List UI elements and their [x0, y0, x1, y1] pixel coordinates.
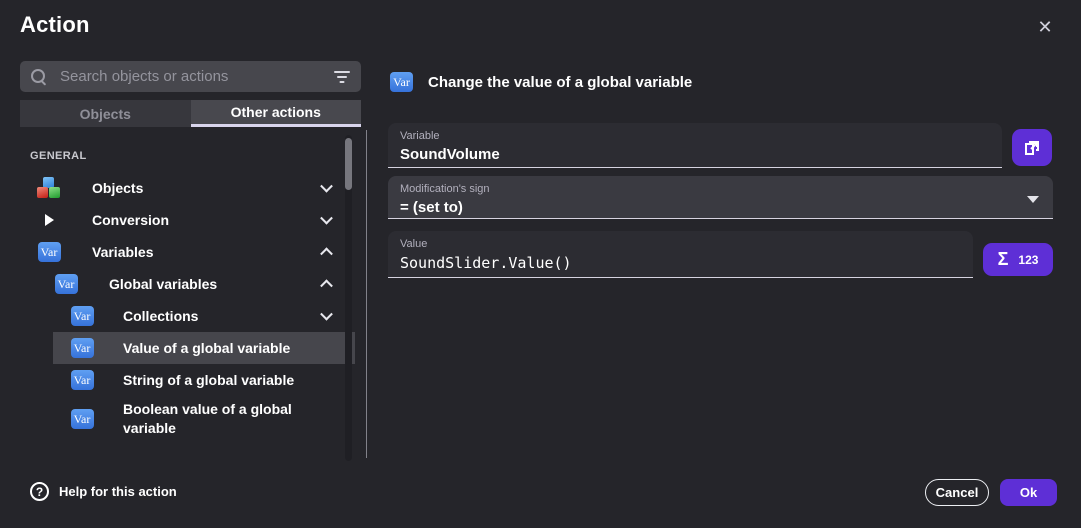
open-variable-editor-button[interactable]	[1012, 129, 1052, 166]
modification-sign-value: = (set to)	[400, 199, 1041, 216]
search-input[interactable]	[60, 68, 325, 85]
chevron-down-icon	[320, 308, 333, 321]
objects-cubes-icon	[37, 177, 61, 199]
tree-item-label: String of a global variable	[123, 371, 294, 390]
tree-item-variables[interactable]: Var Variables	[20, 236, 355, 268]
var-icon: Var	[38, 242, 61, 262]
tree-item-string-of-global-variable[interactable]: Var String of a global variable	[20, 364, 355, 396]
variable-field-label: Variable	[400, 130, 990, 142]
action-title: Change the value of a global variable	[428, 74, 692, 91]
filter-icon[interactable]	[333, 70, 351, 84]
tab-objects[interactable]: Objects	[20, 100, 191, 127]
search-icon	[30, 68, 48, 86]
tree-item-label: Conversion	[92, 211, 169, 230]
help-link[interactable]: ? Help for this action	[30, 482, 177, 501]
var-icon: Var	[55, 274, 78, 294]
tree-section-general: GENERAL	[20, 145, 355, 172]
page-title: Action	[20, 12, 90, 38]
tree-item-label: Collections	[123, 307, 198, 326]
search-bar[interactable]	[20, 61, 361, 92]
chevron-up-icon	[320, 279, 333, 292]
variable-field-value[interactable]: SoundVolume	[400, 146, 990, 163]
tree-scrollbar-thumb[interactable]	[345, 138, 352, 190]
help-label: Help for this action	[59, 484, 177, 499]
open-in-new-icon	[1023, 139, 1041, 157]
value-field[interactable]: Value SoundSlider.Value()	[388, 231, 973, 278]
chevron-down-icon	[1027, 196, 1039, 203]
tree-item-collections[interactable]: Var Collections	[20, 300, 355, 332]
tree-item-boolean-of-global-variable[interactable]: Var Boolean value of a global variable	[20, 396, 355, 442]
modification-sign-select[interactable]: Modification's sign = (set to)	[388, 176, 1053, 219]
variable-field[interactable]: Variable SoundVolume	[388, 123, 1002, 168]
modification-sign-label: Modification's sign	[400, 183, 1041, 195]
tab-other-actions[interactable]: Other actions	[191, 100, 362, 127]
actions-tree: GENERAL Objects Conversion Var Variables…	[20, 145, 355, 442]
tree-item-value-of-global-variable[interactable]: Var Value of a global variable	[20, 332, 355, 364]
tree-item-label: Boolean value of a global variable	[123, 400, 328, 438]
tab-bar: Objects Other actions	[20, 100, 361, 127]
value-field-value[interactable]: SoundSlider.Value()	[400, 254, 961, 272]
chevron-down-icon	[320, 180, 333, 193]
tree-item-label: Objects	[92, 179, 143, 198]
var-icon: Var	[71, 409, 94, 429]
var-icon: Var	[71, 306, 94, 326]
action-header: Var Change the value of a global variabl…	[390, 72, 692, 92]
var-icon: Var	[390, 72, 413, 92]
tree-item-label: Variables	[92, 243, 154, 262]
value-field-label: Value	[400, 238, 961, 250]
sigma-icon: Σ	[998, 249, 1009, 270]
var-icon: Var	[71, 338, 94, 358]
chevron-up-icon	[320, 247, 333, 260]
tree-item-label: Value of a global variable	[123, 339, 290, 358]
close-icon[interactable]: ✕	[1032, 14, 1058, 40]
expression-123-badge: 123	[1018, 253, 1038, 267]
tree-item-global-variables[interactable]: Var Global variables	[20, 268, 355, 300]
triangle-right-icon	[45, 214, 54, 226]
var-icon: Var	[71, 370, 94, 390]
panel-divider	[366, 130, 367, 458]
tree-item-label: Global variables	[109, 275, 217, 294]
ok-button[interactable]: Ok	[1000, 479, 1057, 506]
cancel-button[interactable]: Cancel	[925, 479, 989, 506]
help-icon: ?	[30, 482, 49, 501]
tree-item-objects[interactable]: Objects	[20, 172, 355, 204]
tree-item-conversion[interactable]: Conversion	[20, 204, 355, 236]
chevron-down-icon	[320, 212, 333, 225]
expression-builder-button[interactable]: Σ 123	[983, 243, 1053, 276]
